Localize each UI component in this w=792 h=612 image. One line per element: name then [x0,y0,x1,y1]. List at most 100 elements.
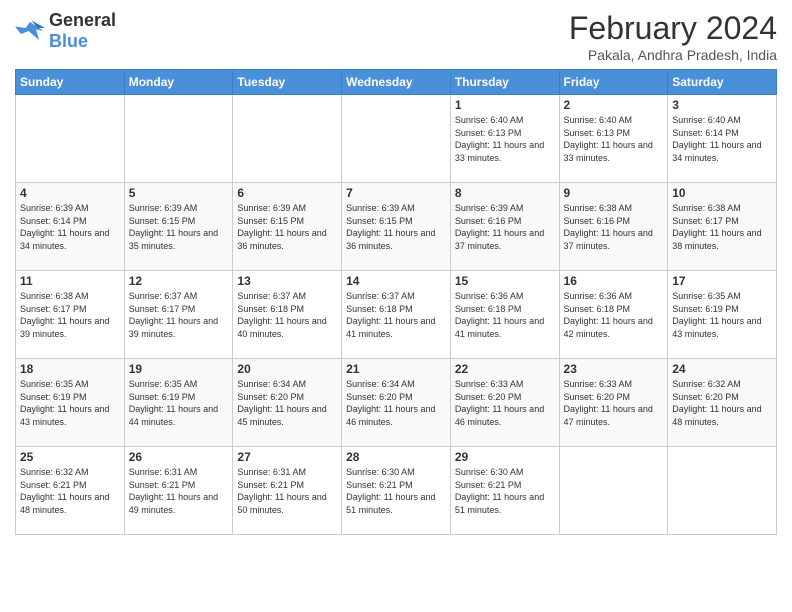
calendar-cell: 25Sunrise: 6:32 AM Sunset: 6:21 PM Dayli… [16,447,125,535]
calendar-cell: 4Sunrise: 6:39 AM Sunset: 6:14 PM Daylig… [16,183,125,271]
calendar-cell: 11 Sunrise: 6:38 AM Sunset: 6:17 PM Dayli… [16,271,125,359]
day-number: 1 [455,98,555,112]
week-row-3: 18Sunrise: 6:35 AM Sunset: 6:19 PM Dayli… [16,359,777,447]
day-number: 23 [564,362,664,376]
page: General Blue February 2024 Pakala, Andhr… [0,0,792,612]
calendar-cell: 9 Sunrise: 6:38 AM Sunset: 6:16 PM Daylig… [559,183,668,271]
day-number: 14 [346,274,446,288]
col-tuesday: Tuesday [233,70,342,95]
calendar-cell [668,447,777,535]
day-info: Sunrise: 6:31 AM Sunset: 6:21 PM Dayligh… [129,466,229,516]
day-info: Sunrise: 6:32 AM Sunset: 6:20 PM Dayligh… [672,378,772,428]
day-number: 27 [237,450,337,464]
calendar-subtitle: Pakala, Andhra Pradesh, India [569,47,777,63]
calendar-cell: 8 Sunrise: 6:39 AM Sunset: 6:16 PM Daylig… [450,183,559,271]
day-number: 21 [346,362,446,376]
day-number: 20 [237,362,337,376]
day-info: Sunrise: 6:36 AM Sunset: 6:18 PM Dayligh… [564,290,664,340]
header-row: Sunday Monday Tuesday Wednesday Thursday… [16,70,777,95]
day-number: 3 [672,98,772,112]
week-row-0: 1 Sunrise: 6:40 AM Sunset: 6:13 PM Daylig… [16,95,777,183]
day-info: Sunrise: 6:35 AM Sunset: 6:19 PM Dayligh… [672,290,772,340]
day-info: Sunrise: 6:34 AM Sunset: 6:20 PM Dayligh… [346,378,446,428]
calendar-cell: 18Sunrise: 6:35 AM Sunset: 6:19 PM Dayli… [16,359,125,447]
calendar-cell: 27Sunrise: 6:31 AM Sunset: 6:21 PM Dayli… [233,447,342,535]
calendar-cell: 16 Sunrise: 6:36 AM Sunset: 6:18 PM Dayli… [559,271,668,359]
day-number: 19 [129,362,229,376]
logo-text: General Blue [49,10,116,52]
col-thursday: Thursday [450,70,559,95]
day-number: 15 [455,274,555,288]
day-info: Sunrise: 6:38 AM Sunset: 6:16 PM Dayligh… [564,202,664,252]
logo-blue: Blue [49,31,88,51]
calendar-cell: 28Sunrise: 6:30 AM Sunset: 6:21 PM Dayli… [342,447,451,535]
calendar-cell: 26 Sunrise: 6:31 AM Sunset: 6:21 PM Dayli… [124,447,233,535]
day-info: Sunrise: 6:38 AM Sunset: 6:17 PM Dayligh… [20,290,120,340]
calendar-cell: 5 Sunrise: 6:39 AM Sunset: 6:15 PM Daylig… [124,183,233,271]
day-number: 10 [672,186,772,200]
calendar-cell [16,95,125,183]
calendar-cell [233,95,342,183]
day-number: 17 [672,274,772,288]
logo-bird-icon [15,19,45,43]
week-row-4: 25Sunrise: 6:32 AM Sunset: 6:21 PM Dayli… [16,447,777,535]
day-number: 9 [564,186,664,200]
day-number: 8 [455,186,555,200]
calendar-cell: 21 Sunrise: 6:34 AM Sunset: 6:20 PM Dayli… [342,359,451,447]
calendar-cell: 20 Sunrise: 6:34 AM Sunset: 6:20 PM Dayli… [233,359,342,447]
col-sunday: Sunday [16,70,125,95]
day-info: Sunrise: 6:40 AM Sunset: 6:14 PM Dayligh… [672,114,772,164]
calendar-cell: 14Sunrise: 6:37 AM Sunset: 6:18 PM Dayli… [342,271,451,359]
calendar-cell: 24 Sunrise: 6:32 AM Sunset: 6:20 PM Dayli… [668,359,777,447]
day-number: 6 [237,186,337,200]
day-number: 5 [129,186,229,200]
calendar-cell: 2Sunrise: 6:40 AM Sunset: 6:13 PM Daylig… [559,95,668,183]
day-info: Sunrise: 6:38 AM Sunset: 6:17 PM Dayligh… [672,202,772,252]
calendar-cell: 6 Sunrise: 6:39 AM Sunset: 6:15 PM Daylig… [233,183,342,271]
calendar-cell: 12 Sunrise: 6:37 AM Sunset: 6:17 PM Dayli… [124,271,233,359]
calendar-table: Sunday Monday Tuesday Wednesday Thursday… [15,69,777,535]
day-info: Sunrise: 6:37 AM Sunset: 6:18 PM Dayligh… [237,290,337,340]
calendar-cell: 15 Sunrise: 6:36 AM Sunset: 6:18 PM Dayli… [450,271,559,359]
day-info: Sunrise: 6:39 AM Sunset: 6:15 PM Dayligh… [237,202,337,252]
day-info: Sunrise: 6:30 AM Sunset: 6:21 PM Dayligh… [346,466,446,516]
day-info: Sunrise: 6:34 AM Sunset: 6:20 PM Dayligh… [237,378,337,428]
calendar-cell: 23 Sunrise: 6:33 AM Sunset: 6:20 PM Dayli… [559,359,668,447]
calendar-cell: 10 Sunrise: 6:38 AM Sunset: 6:17 PM Dayli… [668,183,777,271]
day-info: Sunrise: 6:33 AM Sunset: 6:20 PM Dayligh… [564,378,664,428]
calendar-cell [124,95,233,183]
calendar-cell [342,95,451,183]
day-number: 29 [455,450,555,464]
calendar-cell: 13 Sunrise: 6:37 AM Sunset: 6:18 PM Dayli… [233,271,342,359]
col-friday: Friday [559,70,668,95]
day-number: 22 [455,362,555,376]
day-info: Sunrise: 6:39 AM Sunset: 6:15 PM Dayligh… [129,202,229,252]
day-info: Sunrise: 6:33 AM Sunset: 6:20 PM Dayligh… [455,378,555,428]
day-number: 7 [346,186,446,200]
calendar-cell: 19 Sunrise: 6:35 AM Sunset: 6:19 PM Dayli… [124,359,233,447]
day-number: 26 [129,450,229,464]
day-info: Sunrise: 6:36 AM Sunset: 6:18 PM Dayligh… [455,290,555,340]
calendar-cell: 3 Sunrise: 6:40 AM Sunset: 6:14 PM Daylig… [668,95,777,183]
calendar-cell: 17 Sunrise: 6:35 AM Sunset: 6:19 PM Dayli… [668,271,777,359]
day-info: Sunrise: 6:30 AM Sunset: 6:21 PM Dayligh… [455,466,555,516]
day-info: Sunrise: 6:35 AM Sunset: 6:19 PM Dayligh… [20,378,120,428]
day-number: 11 [20,274,120,288]
day-info: Sunrise: 6:40 AM Sunset: 6:13 PM Dayligh… [455,114,555,164]
col-monday: Monday [124,70,233,95]
day-number: 24 [672,362,772,376]
day-info: Sunrise: 6:39 AM Sunset: 6:16 PM Dayligh… [455,202,555,252]
calendar-title: February 2024 [569,10,777,47]
day-info: Sunrise: 6:37 AM Sunset: 6:17 PM Dayligh… [129,290,229,340]
col-saturday: Saturday [668,70,777,95]
day-info: Sunrise: 6:39 AM Sunset: 6:14 PM Dayligh… [20,202,120,252]
title-area: February 2024 Pakala, Andhra Pradesh, In… [569,10,777,63]
week-row-1: 4Sunrise: 6:39 AM Sunset: 6:14 PM Daylig… [16,183,777,271]
day-number: 13 [237,274,337,288]
calendar-cell: 1 Sunrise: 6:40 AM Sunset: 6:13 PM Daylig… [450,95,559,183]
calendar-cell: 7Sunrise: 6:39 AM Sunset: 6:15 PM Daylig… [342,183,451,271]
day-info: Sunrise: 6:35 AM Sunset: 6:19 PM Dayligh… [129,378,229,428]
day-number: 12 [129,274,229,288]
header: General Blue February 2024 Pakala, Andhr… [15,10,777,63]
day-number: 16 [564,274,664,288]
